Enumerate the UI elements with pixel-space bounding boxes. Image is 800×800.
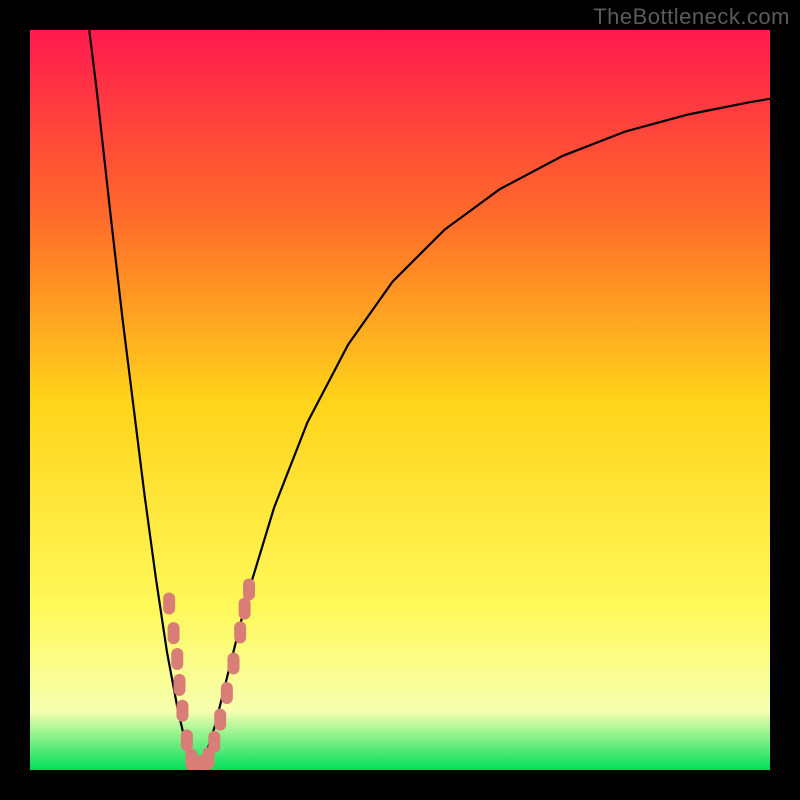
watermark-text: TheBottleneck.com [593, 4, 790, 30]
marker-dot [181, 729, 193, 751]
marker-dot [168, 622, 180, 644]
marker-dot [221, 682, 233, 704]
curve-layer [30, 30, 770, 770]
marker-dot [239, 598, 251, 620]
marker-dot [163, 593, 175, 615]
marker-dot [208, 731, 220, 753]
marker-dot [214, 709, 226, 731]
marker-dot [171, 648, 183, 670]
marker-dot [243, 578, 255, 600]
marker-dot [234, 621, 246, 643]
bottleneck-curve [89, 30, 770, 768]
measured-markers [163, 578, 255, 770]
chart-frame: TheBottleneck.com [0, 0, 800, 800]
plot-area [30, 30, 770, 770]
marker-dot [173, 674, 185, 696]
marker-dot [176, 700, 188, 722]
marker-dot [228, 652, 240, 674]
